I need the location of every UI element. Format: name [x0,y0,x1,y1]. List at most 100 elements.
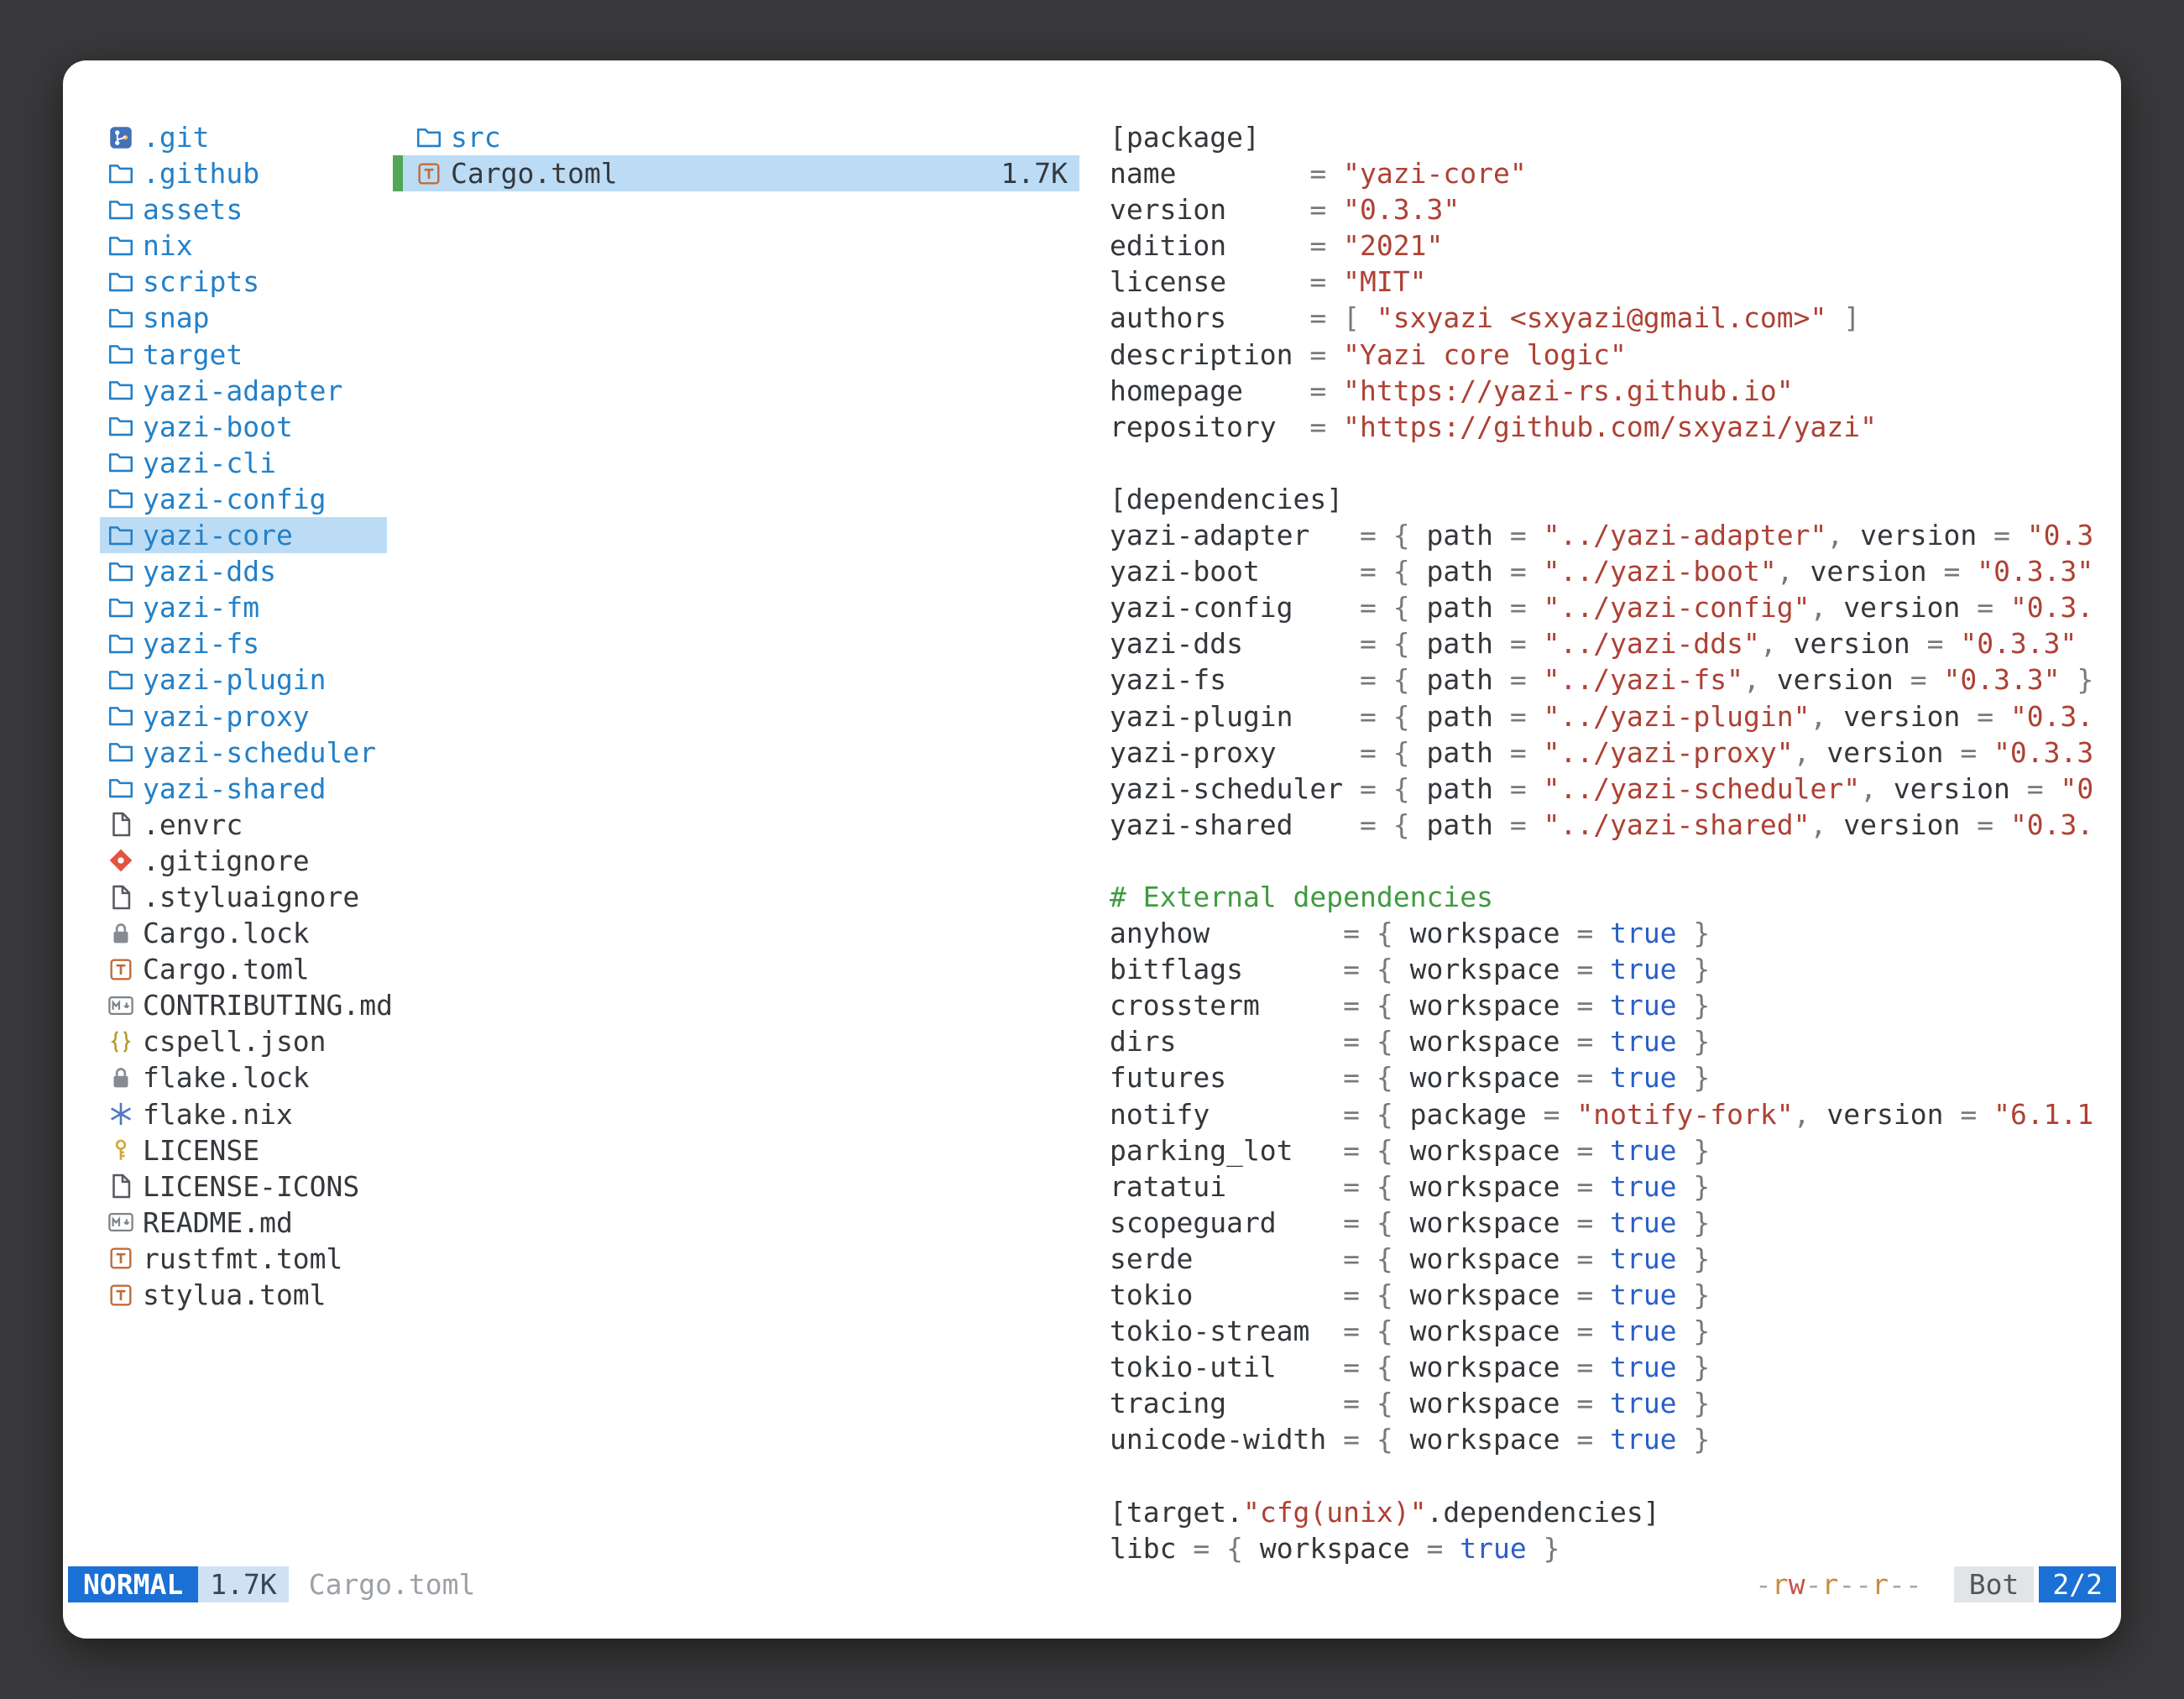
file-preview-pane: [package]name = "yazi-core"version = "0.… [1110,119,2110,1566]
entry-name: yazi-fm [143,589,259,625]
dir-item-yazi-plugin[interactable]: yazi-plugin [100,661,387,698]
entry-name: stylua.toml [143,1277,327,1313]
entry-name: nix [143,227,193,264]
folder-icon [107,738,135,766]
entry-name: Cargo.toml [143,951,310,987]
folder-icon [107,484,135,513]
code-line: edition = "2021" [1110,227,2110,264]
dir-item-yazi-shared[interactable]: yazi-shared [100,771,387,807]
status-filename: Cargo.toml [309,1566,476,1602]
nix-icon [107,1100,135,1128]
file-size-badge: 1.7K [198,1566,288,1602]
code-line: yazi-fs = { path = "../yazi-fs", version… [1110,661,2110,698]
dir-item-yazi-core[interactable]: yazi-core [100,517,387,553]
folder-icon [107,376,135,405]
entry-name: yazi-fs [143,625,259,661]
code-line: dirs = { workspace = true } [1110,1023,2110,1059]
entry-name: .styluaignore [143,879,359,915]
dir-item-yazi-adapter[interactable]: yazi-adapter [100,373,387,409]
file-item-cspell.json[interactable]: cspell.json [100,1023,387,1059]
status-bar: NORMAL 1.7K Cargo.toml -rw-r--r-- Bot 2/… [68,1566,2116,1602]
yazi-file-manager-window: .git.githubassetsnixscriptssnaptargetyaz… [63,60,2121,1639]
code-line: scopeguard = { workspace = true } [1110,1205,2110,1241]
toml-icon [107,1281,135,1310]
dir-item-yazi-dds[interactable]: yazi-dds [100,553,387,589]
code-line: anyhow = { workspace = true } [1110,915,2110,951]
file-item-flake.nix[interactable]: flake.nix [100,1096,387,1132]
entry-name: .gitignore [143,843,310,879]
file-item-LICENSE-ICONS[interactable]: LICENSE-ICONS [100,1168,387,1205]
entry-name: src [451,119,501,155]
entry-name: yazi-scheduler [143,734,376,771]
entry-name: LICENSE-ICONS [143,1168,359,1205]
entry-size: 1.7K [1001,155,1073,191]
dir-item-.github[interactable]: .github [100,155,387,191]
folder-icon [107,232,135,260]
code-line: authors = [ "sxyazi <sxyazi@gmail.com>" … [1110,300,2110,336]
entry-name: flake.nix [143,1096,293,1132]
code-line: yazi-adapter = { path = "../yazi-adapter… [1110,517,2110,553]
file-item-rustfmt.toml[interactable]: rustfmt.toml [100,1241,387,1277]
code-line: description = "Yazi core logic" [1110,337,2110,373]
code-line [1110,843,2110,879]
dir-item-.git[interactable]: .git [100,119,387,155]
file-item-LICENSE[interactable]: LICENSE [100,1132,387,1168]
file-item-.envrc[interactable]: .envrc [100,807,387,843]
folder-icon [107,666,135,694]
entry-name: yazi-proxy [143,698,310,734]
dir-item-yazi-config[interactable]: yazi-config [100,481,387,517]
dir-item-src[interactable]: src [393,119,1079,155]
file-item-.gitignore[interactable]: .gitignore [100,843,387,879]
dir-item-yazi-scheduler[interactable]: yazi-scheduler [100,734,387,771]
entry-name: .github [143,155,259,191]
code-line: [target."cfg(unix)".dependencies] [1110,1494,2110,1530]
code-line: yazi-config = { path = "../yazi-config",… [1110,589,2110,625]
entry-name: snap [143,300,209,336]
folder-icon [107,702,135,730]
folder-icon [415,123,443,152]
folder-icon [107,774,135,802]
file-item-README.md[interactable]: README.md [100,1205,387,1241]
current-directory-pane: srcCargo.toml1.7K [393,119,1079,191]
code-line: version = "0.3.3" [1110,191,2110,227]
mode-indicator: NORMAL [68,1566,198,1602]
code-line: [dependencies] [1110,481,2110,517]
dir-item-yazi-boot[interactable]: yazi-boot [100,409,387,445]
file-icon [107,883,135,912]
code-line: libc = { workspace = true } [1110,1530,2110,1566]
entry-name: .git [143,119,209,155]
toml-icon [107,955,135,984]
entry-name: yazi-shared [143,771,327,807]
file-item-Cargo.lock[interactable]: Cargo.lock [100,915,387,951]
code-line: yazi-proxy = { path = "../yazi-proxy", v… [1110,734,2110,771]
dir-item-snap[interactable]: snap [100,300,387,336]
lock-icon [107,919,135,948]
code-line: yazi-plugin = { path = "../yazi-plugin",… [1110,698,2110,734]
cursor-bar [393,155,403,191]
parent-directory-pane: .git.githubassetsnixscriptssnaptargetyaz… [100,119,387,1313]
dir-item-assets[interactable]: assets [100,191,387,227]
dir-item-yazi-proxy[interactable]: yazi-proxy [100,698,387,734]
code-line: tokio-stream = { workspace = true } [1110,1313,2110,1349]
file-item-Cargo.toml[interactable]: Cargo.toml1.7K [393,155,1079,191]
file-item-.styluaignore[interactable]: .styluaignore [100,879,387,915]
dir-item-target[interactable]: target [100,337,387,373]
status-bar-right: -rw-r--r-- Bot 2/2 [1755,1566,2116,1602]
code-line: futures = { workspace = true } [1110,1059,2110,1095]
file-item-stylua.toml[interactable]: stylua.toml [100,1277,387,1313]
dir-item-yazi-cli[interactable]: yazi-cli [100,445,387,481]
file-item-Cargo.toml[interactable]: Cargo.toml [100,951,387,987]
folder-icon [107,448,135,477]
file-item-flake.lock[interactable]: flake.lock [100,1059,387,1095]
dir-item-yazi-fm[interactable]: yazi-fm [100,589,387,625]
file-permissions: -rw-r--r-- [1755,1566,1922,1602]
file-item-CONTRIBUTING.md[interactable]: CONTRIBUTING.md [100,987,387,1023]
dir-item-yazi-fs[interactable]: yazi-fs [100,625,387,661]
entry-name: yazi-boot [143,409,293,445]
code-line: notify = { package = "notify-fork", vers… [1110,1096,2110,1132]
code-line: tokio-util = { workspace = true } [1110,1349,2110,1385]
code-line: bitflags = { workspace = true } [1110,951,2110,987]
entry-name: Cargo.lock [143,915,310,951]
dir-item-nix[interactable]: nix [100,227,387,264]
dir-item-scripts[interactable]: scripts [100,264,387,300]
